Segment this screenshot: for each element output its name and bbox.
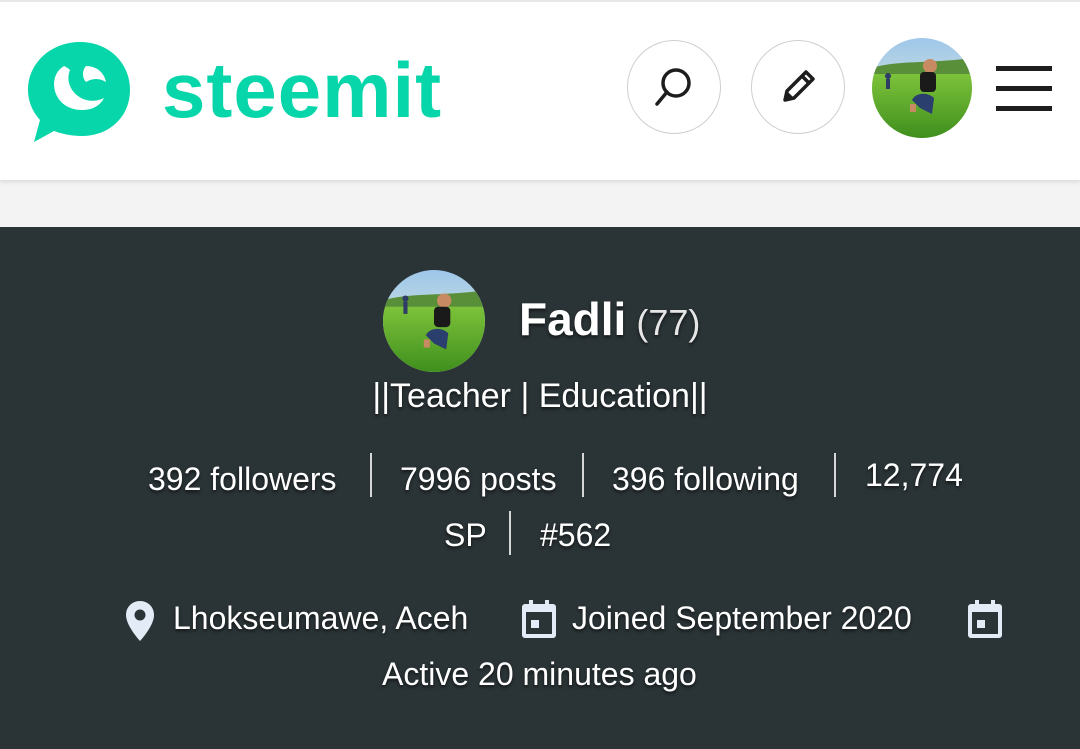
posts-count[interactable]: 7996 posts [400, 461, 557, 498]
last-active: Active 20 minutes ago [382, 656, 697, 692]
following-count[interactable]: 396 following [612, 461, 799, 498]
calendar-icon [968, 600, 1002, 638]
top-border [0, 0, 1080, 2]
header-spacer [0, 180, 1080, 227]
stat-divider [834, 453, 836, 497]
followers-count[interactable]: 392 followers [148, 461, 337, 498]
pencil-icon [783, 70, 815, 102]
rank-value: #562 [540, 517, 612, 553]
user-avatar-button[interactable] [872, 38, 972, 138]
reputation-score: (77) [636, 302, 701, 343]
search-button[interactable] [627, 40, 721, 134]
steem-power-value: 12,774 [865, 457, 963, 493]
profile-banner: Fadli (77) ||Teacher | Education|| 392 fo… [0, 227, 1080, 749]
stat-divider [509, 511, 511, 555]
profile-avatar-image [383, 270, 485, 372]
stat-divider [370, 453, 372, 497]
hamburger-menu-icon[interactable] [994, 64, 1054, 114]
calendar-icon [522, 600, 556, 638]
profile-location: Lhokseumawe, Aceh [173, 600, 469, 636]
steemit-logo-text[interactable]: steemit [162, 40, 442, 140]
write-post-button[interactable] [751, 40, 845, 134]
profile-name-row: Fadli (77) [519, 291, 700, 347]
location-pin-icon [126, 601, 154, 641]
profile-name: Fadli [519, 293, 627, 345]
profile-about: ||Teacher | Education|| [372, 377, 708, 415]
avatar-image [872, 38, 972, 138]
join-date: Joined September 2020 [572, 600, 912, 636]
top-navigation-bar: steemit [0, 0, 1080, 180]
profile-avatar[interactable] [383, 270, 485, 372]
steemit-logo-icon[interactable] [26, 36, 134, 144]
stat-divider [582, 453, 584, 497]
search-icon [655, 68, 691, 106]
steem-power-unit: SP [444, 517, 487, 553]
